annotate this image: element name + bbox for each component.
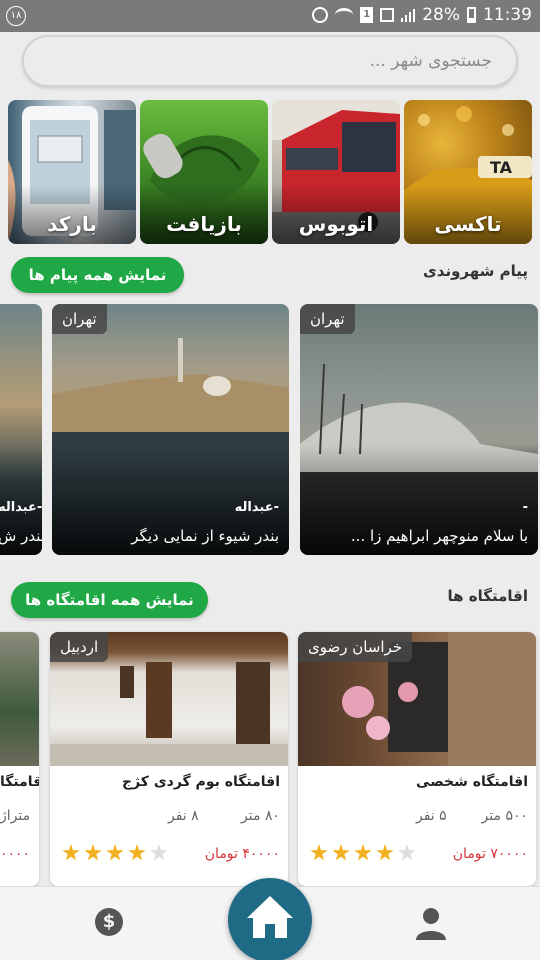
rating-stars [310,844,416,862]
svg-text:TA: TA [490,158,513,177]
accommodation-area: ۸۰ متر [241,808,280,824]
star-icon [62,844,80,861]
wifi-icon [335,8,354,22]
home-icon [247,896,293,938]
accommodations-section-title: اقامتگاه ها [447,587,528,605]
star-icon [354,844,372,861]
accommodation-photo [0,632,39,766]
message-text: با سلام منوچهر ابراهیم زا ... [350,527,528,545]
category-label: بازیافت [166,212,242,236]
accommodation-area: ۵۰۰ متر [481,808,528,824]
star-icon [398,844,416,861]
message-card[interactable]: تهران -عبداله بندر شیوء از نمایی دیگر [52,304,289,555]
status-icons: 1 28% 11:39 [312,5,532,25]
category-label: بارکد [47,212,97,236]
accommodation-name: اقامتگا [0,774,39,790]
user-icon[interactable] [414,906,448,940]
city-tag: تهران [52,304,107,334]
message-text: بندر شیوء از نمایی دیگر [131,527,279,545]
accommodation-area: متراژ [0,808,31,824]
accommodation-price: ۴۰۰۰۰ تومان [204,846,280,862]
message-author: -عبداله [0,500,42,515]
category-barcode[interactable]: بارکد [8,100,136,244]
battery-icon [467,7,476,23]
star-icon [128,844,146,861]
category-label: تاکسی [434,212,502,236]
star-icon [84,844,102,861]
show-all-messages-button[interactable]: نمایش همه پیام ها [11,257,184,293]
signal-icon [401,8,416,22]
dollar-icon[interactable]: $ [95,908,123,936]
accommodation-capacity: ۵ نفر [416,808,447,824]
category-label: اتوبوس [298,212,374,236]
accommodation-price: ۰۰۰۰ [0,846,31,862]
show-all-accommodations-button[interactable]: نمایش همه اقامتگاه ها [11,582,208,618]
category-recycle[interactable]: بازیافت [140,100,268,244]
message-author: -عبداله [234,500,279,515]
search-input[interactable] [22,35,518,87]
star-icon [332,844,350,861]
accommodation-name: اقامتگاه بوم گردی کژج [122,774,280,790]
star-icon [376,844,394,861]
battery-percent: 28% [422,5,460,25]
star-icon [310,844,328,861]
no-signal-icon [380,8,395,22]
home-button[interactable] [228,878,312,960]
star-icon [106,844,124,861]
accommodation-card[interactable]: اقامتگا متراژ ۰۰۰۰ [0,632,39,886]
accommodation-capacity: ۸ نفر [168,808,199,824]
category-taxi[interactable]: TA تاکسی [404,100,532,244]
message-card[interactable]: تهران - با سلام منوچهر ابراهیم زا ... [300,304,538,555]
star-icon [150,844,168,861]
sim-icon: 1 [360,7,374,23]
accommodation-price: ۷۰۰۰۰ تومان [452,846,528,862]
status-bar: ۱۸ 1 28% 11:39 [0,0,540,32]
accommodation-card[interactable]: خراسان رضوی اقامتگاه شخصی ۵۰۰ متر ۵ نفر … [298,632,536,886]
accommodation-name: اقامتگاه شخصی [416,774,528,790]
messages-section-title: پیام شهروندی [423,262,528,280]
message-author: - [522,500,528,515]
category-bus[interactable]: اتوبوس [272,100,400,244]
message-card[interactable]: -عبداله بندر ش [0,304,42,555]
notification-badge: ۱۸ [6,6,26,26]
message-text: بندر ش [0,527,42,545]
rating-stars [62,844,168,862]
accommodation-card[interactable]: اردبیل اقامتگاه بوم گردی کژج ۸۰ متر ۸ نف… [50,632,288,886]
alarm-icon [312,7,329,23]
clock: 11:39 [483,5,532,25]
city-tag: تهران [300,304,355,334]
province-tag: اردبیل [50,632,109,662]
province-tag: خراسان رضوی [298,632,413,662]
